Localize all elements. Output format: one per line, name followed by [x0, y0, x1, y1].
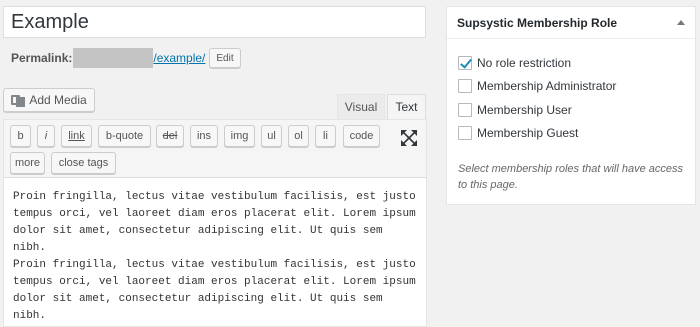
checkbox-administrator[interactable] — [458, 79, 472, 94]
quicktag-del-button[interactable]: del — [156, 125, 184, 147]
tab-text[interactable]: Text — [387, 94, 426, 119]
permalink-link[interactable]: /example/ — [153, 51, 205, 65]
role-option-user[interactable]: Membership User — [458, 98, 685, 122]
collapse-toggle-icon[interactable] — [677, 20, 685, 25]
permalink-edit-button[interactable]: Edit — [209, 48, 241, 68]
role-label: Membership Administrator — [477, 79, 617, 94]
role-option-guest[interactable]: Membership Guest — [458, 122, 685, 146]
membership-role-box-header[interactable]: Supsystic Membership Role — [447, 7, 695, 39]
quicktag-link-button[interactable]: link — [61, 125, 92, 147]
media-icon — [11, 93, 26, 107]
quicktag-close-tags-button[interactable]: close tags — [51, 152, 116, 174]
role-label: Membership User — [477, 102, 572, 117]
quicktags-toolbar: b i link b-quote del ins img ul ol li co… — [3, 119, 427, 177]
fullscreen-icon[interactable] — [400, 129, 418, 147]
quicktag-ol-button[interactable]: ol — [288, 125, 309, 147]
membership-role-description: Select membership roles that will have a… — [458, 163, 683, 191]
role-label: Membership Guest — [477, 126, 579, 141]
post-content-textarea[interactable]: Proin fringilla, lectus vitae vestibulum… — [3, 177, 427, 327]
quicktag-ins-button[interactable]: ins — [190, 125, 218, 147]
tab-visual[interactable]: Visual — [337, 94, 385, 119]
membership-role-box: Supsystic Membership Role No role restri… — [446, 6, 696, 205]
checkbox-user[interactable] — [458, 102, 472, 117]
quicktag-img-button[interactable]: img — [224, 125, 255, 147]
role-label: No role restriction — [477, 55, 572, 70]
checkbox-guest[interactable] — [458, 126, 472, 141]
permalink-row: Permalink: /example/ Edit — [11, 46, 241, 70]
permalink-base-redacted — [73, 48, 154, 68]
role-option-administrator[interactable]: Membership Administrator — [458, 75, 685, 99]
permalink-label: Permalink: — [11, 51, 73, 65]
role-list: No role restriction Membership Administr… — [447, 39, 695, 145]
quicktag-more-button[interactable]: more — [10, 152, 45, 174]
quicktag-blockquote-button[interactable]: b-quote — [98, 125, 151, 147]
quicktag-italic-button[interactable]: i — [37, 125, 55, 147]
quicktag-li-button[interactable]: li — [315, 125, 336, 147]
add-media-button[interactable]: Add Media — [3, 88, 95, 112]
post-title-input[interactable]: Example — [3, 6, 426, 38]
membership-role-box-title: Supsystic Membership Role — [457, 15, 618, 30]
role-option-no-restriction[interactable]: No role restriction — [458, 51, 685, 75]
quicktag-code-button[interactable]: code — [343, 125, 380, 147]
quicktag-ul-button[interactable]: ul — [261, 125, 282, 147]
quicktag-bold-button[interactable]: b — [10, 125, 31, 147]
checkbox-no-restriction[interactable] — [458, 55, 472, 70]
add-media-label: Add Media — [29, 93, 87, 107]
